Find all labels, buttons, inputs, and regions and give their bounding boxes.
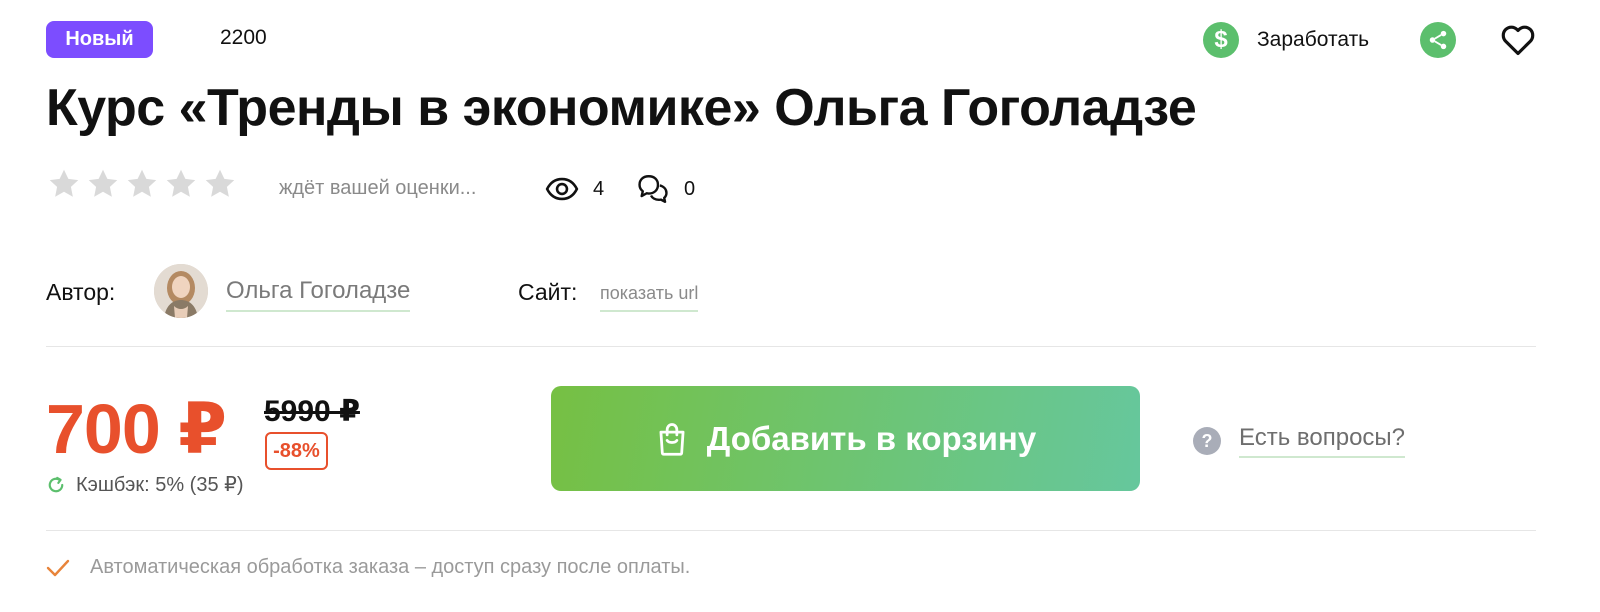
- earn-label: Заработать: [1257, 28, 1370, 51]
- star-icon[interactable]: [124, 166, 160, 202]
- avatar[interactable]: [154, 264, 208, 318]
- auto-processing-note: Автоматическая обработка заказа – доступ…: [46, 556, 690, 579]
- rating-status: ждёт вашей оценки...: [279, 177, 477, 199]
- divider: [46, 530, 1536, 531]
- rating-stars[interactable]: [46, 166, 238, 202]
- cashback-text: Кэшбэк: 5% (35 ₽): [76, 474, 244, 496]
- discount-badge: -88%: [265, 432, 328, 470]
- site-label: Сайт:: [518, 279, 578, 305]
- show-url-link[interactable]: показать url: [600, 283, 699, 312]
- star-icon[interactable]: [163, 166, 199, 202]
- views-counter: 4: [545, 172, 604, 206]
- author-name-link[interactable]: Ольга Гоголадзе: [226, 277, 411, 312]
- add-to-cart-label: Добавить в корзину: [706, 419, 1037, 457]
- page-title: Курс «Тренды в экономике» Ольга Гоголадз…: [46, 79, 1197, 137]
- cashback-info: Кэшбэк: 5% (35 ₽): [46, 472, 244, 497]
- author-label: Автор:: [46, 279, 116, 305]
- auto-processing-text: Автоматическая обработка заказа – доступ…: [90, 556, 691, 578]
- current-price: 700 ₽: [46, 390, 227, 468]
- new-badge: Новый: [46, 21, 153, 58]
- question-icon: ?: [1193, 427, 1221, 455]
- comments-icon: [638, 175, 668, 203]
- share-button[interactable]: [1420, 22, 1456, 58]
- checkmark-icon: [46, 559, 70, 576]
- faq-label: Есть вопросы?: [1239, 424, 1406, 458]
- dollar-coin-icon: $: [1203, 22, 1239, 58]
- author-photo: [154, 264, 208, 318]
- eye-icon: [545, 177, 579, 201]
- comments-count: 0: [684, 177, 696, 200]
- product-id: 2200: [220, 26, 267, 49]
- faq-link[interactable]: ? Есть вопросы?: [1193, 424, 1406, 458]
- heart-icon[interactable]: [1498, 21, 1538, 59]
- old-price: 5990 ₽: [264, 395, 360, 428]
- add-to-cart-button[interactable]: Добавить в корзину: [551, 386, 1140, 491]
- divider: [46, 346, 1536, 347]
- star-icon[interactable]: [85, 166, 121, 202]
- earn-button[interactable]: $ Заработать: [1203, 21, 1369, 59]
- star-icon[interactable]: [202, 166, 238, 202]
- shopping-bag-icon: [659, 422, 685, 456]
- comments-counter[interactable]: 0: [636, 172, 695, 206]
- share-icon: [1429, 30, 1447, 50]
- views-count: 4: [593, 177, 605, 200]
- refresh-icon: [48, 476, 64, 492]
- star-icon[interactable]: [46, 166, 82, 202]
